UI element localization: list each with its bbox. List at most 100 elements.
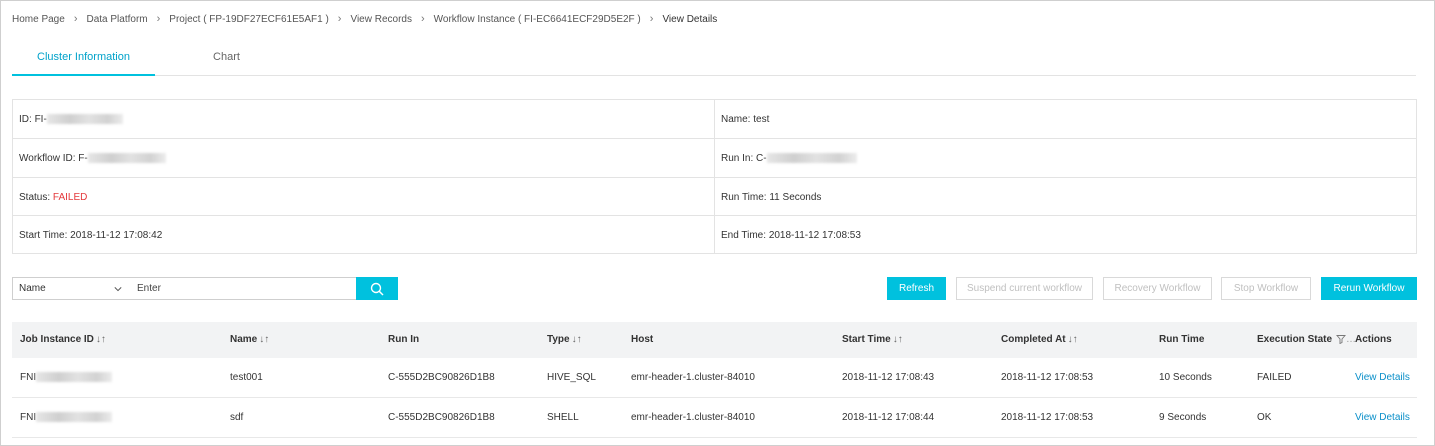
search-input[interactable] xyxy=(131,277,357,300)
refresh-button[interactable]: Refresh xyxy=(887,277,946,300)
col-label: Execution State xyxy=(1257,334,1333,345)
col-label: Completed At xyxy=(1001,334,1066,345)
info-end-time-label: End Time: xyxy=(721,229,767,241)
info-run-time-value: 11 Seconds xyxy=(769,191,822,203)
cell-execution-state: OK xyxy=(1257,412,1272,423)
col-name[interactable]: Name ↓↑ xyxy=(230,322,269,358)
redacted-value xyxy=(46,114,123,124)
info-run-time: Run Time: 11 Seconds xyxy=(715,178,1416,216)
cell-host: emr-header-1.cluster-84010 xyxy=(631,412,755,423)
sort-icon[interactable]: ↓↑ xyxy=(259,334,269,345)
cell-name: test001 xyxy=(230,372,263,383)
tab-bar: Cluster Information Chart xyxy=(12,44,1416,76)
cell-execution-state: FAILED xyxy=(1257,372,1292,383)
info-status: Status: FAILED xyxy=(13,178,715,216)
info-id: ID: FI- xyxy=(13,100,715,138)
view-details-link[interactable]: View Details xyxy=(1355,358,1410,398)
info-workflow-id-label: Workflow ID: xyxy=(19,152,76,164)
info-run-in-value: C- xyxy=(756,152,767,164)
col-job-instance-id[interactable]: Job Instance ID ↓↑ xyxy=(20,322,106,358)
info-end-time: End Time: 2018-11-12 17:08:53 xyxy=(715,216,1416,254)
chevron-right-icon: › xyxy=(649,13,654,25)
stop-workflow-button[interactable]: Stop Workflow xyxy=(1221,277,1311,300)
redacted-value xyxy=(36,412,113,423)
chevron-down-icon xyxy=(114,287,122,292)
info-end-time-value: 2018-11-12 17:08:53 xyxy=(768,229,861,241)
redacted-value xyxy=(36,372,113,383)
filter-field-value: Name xyxy=(19,283,46,294)
sort-icon[interactable]: ↓↑ xyxy=(1068,334,1078,345)
cell-job-instance-id: FNI xyxy=(20,398,113,438)
info-start-time: Start Time: 2018-11-12 17:08:42 xyxy=(13,216,715,254)
search-button[interactable] xyxy=(356,277,398,300)
info-id-value: FI- xyxy=(34,113,47,125)
col-label: Job Instance ID xyxy=(20,334,94,345)
info-start-time-value: 2018-11-12 17:08:42 xyxy=(70,229,163,241)
info-id-label: ID: xyxy=(19,113,32,125)
sort-icon[interactable]: ↓↑ xyxy=(96,334,106,345)
redacted-value xyxy=(766,153,857,163)
col-execution-state[interactable]: Execution State… xyxy=(1257,322,1356,358)
info-start-time-label: Start Time: xyxy=(19,229,68,241)
suspend-workflow-button[interactable]: Suspend current workflow xyxy=(956,277,1093,300)
chevron-right-icon: › xyxy=(156,13,161,25)
filter-icon[interactable] xyxy=(1336,334,1347,345)
col-start-time[interactable]: Start Time ↓↑ xyxy=(842,322,903,358)
sort-icon[interactable]: ↓↑ xyxy=(572,334,582,345)
status-badge: FAILED xyxy=(52,191,88,203)
job-id-prefix: FNI xyxy=(20,412,37,423)
cell-completed-at: 2018-11-12 17:08:53 xyxy=(1001,372,1094,383)
breadcrumb-data-platform[interactable]: Data Platform xyxy=(86,14,147,25)
table-row: FNI sdf C-555D2BC90826D1B8 SHELL emr-hea… xyxy=(12,398,1417,438)
chevron-right-icon: › xyxy=(337,13,342,25)
job-id-prefix: FNI xyxy=(20,372,37,383)
info-name-label: Name: xyxy=(721,113,751,125)
view-details-link[interactable]: View Details xyxy=(1355,398,1410,438)
col-run-time: Run Time xyxy=(1159,334,1205,345)
col-completed-at[interactable]: Completed At ↓↑ xyxy=(1001,322,1078,358)
info-run-time-label: Run Time: xyxy=(721,191,767,203)
info-workflow-id-value: F- xyxy=(78,152,88,164)
col-host: Host xyxy=(631,334,654,345)
table-row: FNI test001 C-555D2BC90826D1B8 HIVE_SQL … xyxy=(12,358,1417,398)
cell-type: HIVE_SQL xyxy=(547,372,596,383)
info-name: Name: test xyxy=(715,100,1416,138)
col-label: Start Time xyxy=(842,334,891,345)
cell-job-instance-id: FNI xyxy=(20,358,113,398)
breadcrumb-project[interactable]: Project ( FP-19DF27ECF61E5AF1 ) xyxy=(169,14,329,25)
col-type[interactable]: Type ↓↑ xyxy=(547,322,582,358)
cell-run-in: C-555D2BC90826D1B8 xyxy=(388,412,495,423)
sort-icon[interactable]: ↓↑ xyxy=(893,334,903,345)
workflow-info-panel: ID: FI- Name: test Workflow ID: F- Run I… xyxy=(12,99,1417,254)
cell-completed-at: 2018-11-12 17:08:53 xyxy=(1001,412,1094,423)
chevron-right-icon: › xyxy=(420,13,425,25)
cell-host: emr-header-1.cluster-84010 xyxy=(631,372,755,383)
col-label: Name xyxy=(230,334,258,345)
info-workflow-id: Workflow ID: F- xyxy=(13,139,715,177)
search-icon xyxy=(370,282,384,296)
cell-name: sdf xyxy=(230,412,244,423)
cell-start-time: 2018-11-12 17:08:44 xyxy=(842,412,935,423)
info-run-in: Run In: C- xyxy=(715,139,1416,177)
tab-chart[interactable]: Chart xyxy=(155,44,298,76)
breadcrumb-home[interactable]: Home Page xyxy=(12,14,65,25)
cell-start-time: 2018-11-12 17:08:43 xyxy=(842,372,935,383)
col-label: Type xyxy=(547,334,570,345)
cell-run-time: 9 Seconds xyxy=(1159,412,1207,423)
filter-field-select[interactable]: Name xyxy=(12,277,132,300)
breadcrumb-view-details: View Details xyxy=(662,13,718,25)
info-status-label: Status: xyxy=(19,191,51,203)
cell-run-time: 10 Seconds xyxy=(1159,372,1212,383)
info-name-value: test xyxy=(753,113,770,125)
recovery-workflow-button[interactable]: Recovery Workflow xyxy=(1103,277,1212,300)
breadcrumb-workflow-instance[interactable]: Workflow Instance ( FI-EC6641ECF29D5E2F … xyxy=(434,14,641,25)
cell-type: SHELL xyxy=(547,412,579,423)
breadcrumb: Home Page › Data Platform › Project ( FP… xyxy=(12,12,717,26)
tab-cluster-information[interactable]: Cluster Information xyxy=(12,44,155,76)
chevron-right-icon: › xyxy=(73,13,78,25)
cell-run-in: C-555D2BC90826D1B8 xyxy=(388,372,495,383)
redacted-value xyxy=(87,153,166,163)
rerun-workflow-button[interactable]: Rerun Workflow xyxy=(1321,277,1417,300)
col-run-in: Run In xyxy=(388,334,420,345)
breadcrumb-view-records[interactable]: View Records xyxy=(350,14,412,25)
